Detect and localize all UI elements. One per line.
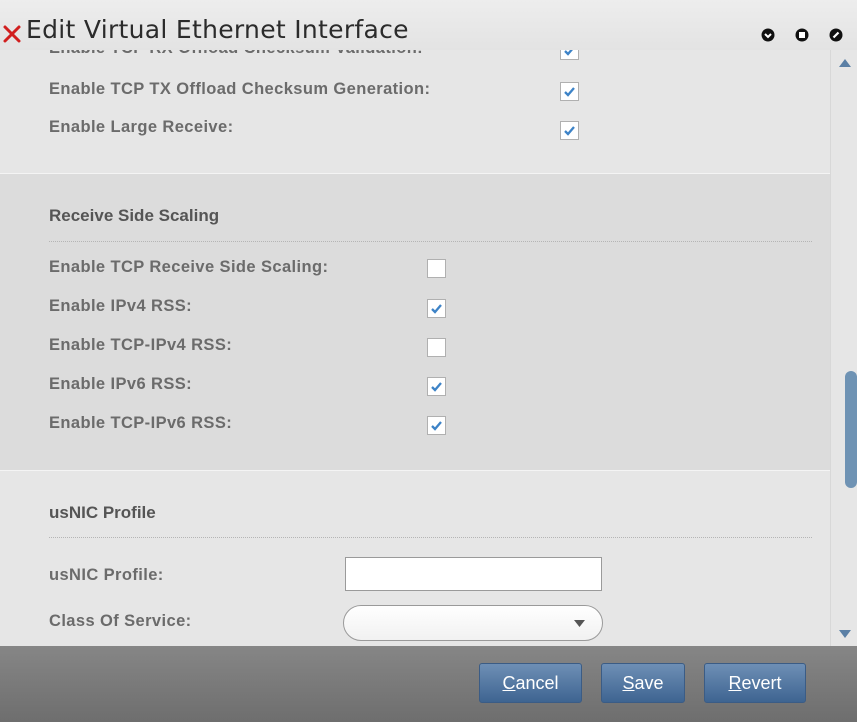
- tcp-rss-checkbox[interactable]: [427, 259, 446, 278]
- cancel-mnemonic: C: [502, 673, 516, 693]
- class-of-service-label: Class Of Service:: [49, 612, 192, 630]
- rss-title-separator: [49, 241, 812, 242]
- vertical-scrollbar[interactable]: [830, 50, 857, 646]
- title-bar[interactable]: Edit Virtual Ethernet Interface: [0, 0, 857, 50]
- tcp-rss-label: Enable TCP Receive Side Scaling:: [49, 258, 329, 276]
- ipv6-rss-label: Enable IPv6 RSS:: [49, 375, 193, 393]
- revert-button[interactable]: Revert: [704, 663, 806, 703]
- rss-section-title: Receive Side Scaling: [49, 206, 220, 225]
- scroll-thumb[interactable]: [845, 371, 857, 488]
- revert-label: evert: [741, 673, 782, 693]
- ipv6-rss-checkbox[interactable]: [427, 377, 446, 396]
- revert-mnemonic: R: [728, 673, 742, 693]
- tcp-tx-offload-label: Enable TCP TX Offload Checksum Generatio…: [49, 80, 431, 98]
- tcp-tx-offload-checkbox[interactable]: [560, 82, 579, 101]
- usnic-title-separator: [49, 537, 812, 538]
- window-title: Edit Virtual Ethernet Interface: [26, 15, 409, 44]
- large-receive-checkbox[interactable]: [560, 121, 579, 140]
- tcp-ipv4-rss-checkbox[interactable]: [427, 338, 446, 357]
- tcp-rx-offload-checkbox[interactable]: [560, 50, 579, 60]
- usnic-profile-label: usNIC Profile:: [49, 566, 164, 584]
- close-icon[interactable]: [2, 24, 22, 44]
- dialog-window: Edit Virtual Ethernet Interface Enable T…: [0, 0, 857, 722]
- section-divider: [0, 173, 830, 174]
- save-label: ave: [634, 673, 664, 693]
- maximize-icon[interactable]: [795, 28, 809, 42]
- rss-section: Receive Side Scaling Enable TCP Receive …: [0, 173, 830, 470]
- ipv4-rss-label: Enable IPv4 RSS:: [49, 297, 193, 315]
- usnic-profile-input[interactable]: [345, 557, 602, 591]
- tcp-ipv4-rss-label: Enable TCP-IPv4 RSS:: [49, 336, 233, 354]
- cancel-label: ancel: [515, 673, 559, 693]
- section-divider: [0, 470, 830, 471]
- save-mnemonic: S: [622, 673, 635, 693]
- chevron-down-icon: [574, 620, 585, 627]
- class-of-service-select[interactable]: [343, 605, 603, 641]
- large-receive-label: Enable Large Receive:: [49, 118, 234, 136]
- scroll-up-icon[interactable]: [839, 59, 851, 67]
- minimize-icon[interactable]: [761, 28, 775, 42]
- dialog-footer: Cancel Save Revert: [0, 646, 857, 722]
- window-close-icon[interactable]: [829, 28, 843, 42]
- dialog-content[interactable]: Enable TCP RX Offload Checksum Validatio…: [0, 50, 830, 646]
- scroll-down-icon[interactable]: [839, 630, 851, 638]
- save-button[interactable]: Save: [601, 663, 685, 703]
- ipv4-rss-checkbox[interactable]: [427, 299, 446, 318]
- usnic-section-title: usNIC Profile: [49, 503, 156, 522]
- tcp-rx-offload-label: Enable TCP RX Offload Checksum Validatio…: [49, 50, 423, 58]
- cancel-button[interactable]: Cancel: [479, 663, 582, 703]
- tcp-ipv6-rss-checkbox[interactable]: [427, 416, 446, 435]
- tcp-ipv6-rss-label: Enable TCP-IPv6 RSS:: [49, 414, 233, 432]
